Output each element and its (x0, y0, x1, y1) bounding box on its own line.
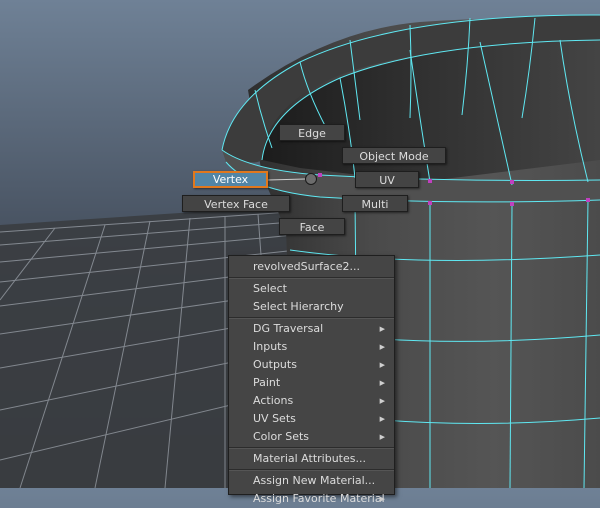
menu-item-label: Paint (253, 376, 281, 389)
menu-item-outputs[interactable]: Outputs ▶ (229, 356, 394, 374)
menu-item-actions[interactable]: Actions ▶ (229, 392, 394, 410)
marking-menu-object-mode[interactable]: Object Mode (342, 147, 446, 164)
menu-separator (229, 277, 394, 279)
menu-item-label: Color Sets (253, 430, 310, 443)
submenu-arrow-icon: ▶ (379, 343, 385, 351)
marking-menu-multi[interactable]: Multi (342, 195, 408, 212)
menu-separator (229, 447, 394, 449)
context-menu-title[interactable]: revolvedSurface2... (229, 258, 394, 276)
menu-item-select-hierarchy[interactable]: Select Hierarchy (229, 298, 394, 316)
menu-item-paint[interactable]: Paint ▶ (229, 374, 394, 392)
submenu-arrow-icon: ▶ (379, 379, 385, 387)
menu-item-label: Select (253, 282, 287, 295)
marking-menu-face[interactable]: Face (279, 218, 345, 235)
menu-item-label: Inputs (253, 340, 288, 353)
menu-separator (229, 469, 394, 471)
menu-item-label: Assign New Material... (253, 474, 376, 487)
submenu-arrow-icon: ▶ (379, 397, 385, 405)
context-menu: revolvedSurface2... Select Select Hierar… (228, 255, 395, 505)
menu-item-assign-new-material[interactable]: Assign New Material... (229, 472, 394, 490)
menu-item-label: Material Attributes... (253, 452, 366, 465)
menu-item-material-attributes[interactable]: Material Attributes... (229, 450, 394, 468)
submenu-arrow-icon: ▶ (379, 361, 385, 369)
menu-item-label: UV Sets (253, 412, 296, 425)
menu-item-label: Assign Favorite Material (253, 492, 385, 505)
menu-item-assign-favorite-material[interactable]: Assign Favorite Material ▶ (229, 490, 394, 508)
marking-menu-vertex-face[interactable]: Vertex Face (182, 195, 290, 212)
menu-item-label: DG Traversal (253, 322, 324, 335)
submenu-arrow-icon: ▶ (379, 495, 385, 503)
menu-item-label: Select Hierarchy (253, 300, 344, 313)
menu-item-inputs[interactable]: Inputs ▶ (229, 338, 394, 356)
marking-menu-uv[interactable]: UV (355, 171, 419, 188)
marking-menu-edge[interactable]: Edge (279, 124, 345, 141)
marking-menu-center (305, 173, 317, 185)
context-menu-title-label: revolvedSurface2... (253, 260, 360, 273)
submenu-arrow-icon: ▶ (379, 415, 385, 423)
submenu-arrow-icon: ▶ (379, 433, 385, 441)
menu-item-dg-traversal[interactable]: DG Traversal ▶ (229, 320, 394, 338)
menu-item-color-sets[interactable]: Color Sets ▶ (229, 428, 394, 446)
menu-item-label: Outputs (253, 358, 297, 371)
menu-item-uv-sets[interactable]: UV Sets ▶ (229, 410, 394, 428)
submenu-arrow-icon: ▶ (379, 325, 385, 333)
marking-menu-vertex[interactable]: Vertex (193, 171, 268, 188)
menu-item-select[interactable]: Select (229, 280, 394, 298)
menu-separator (229, 317, 394, 319)
menu-item-label: Actions (253, 394, 294, 407)
